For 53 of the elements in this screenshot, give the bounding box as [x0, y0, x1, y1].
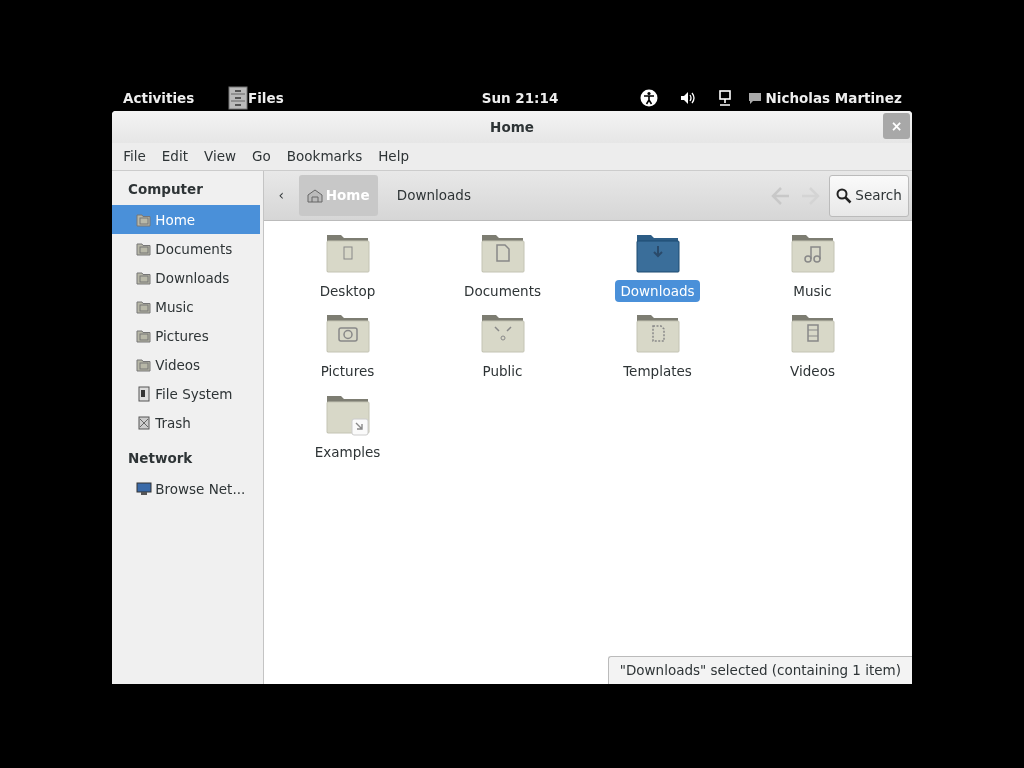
menu-item[interactable]: Help: [370, 146, 417, 167]
sidebar-item[interactable]: Downloads: [112, 263, 260, 293]
accessibility-icon[interactable]: [640, 89, 659, 107]
folder-icon: [136, 327, 152, 344]
drive-icon: [136, 385, 152, 402]
chat-icon[interactable]: [748, 92, 763, 104]
path-button[interactable]: Downloads: [388, 175, 479, 216]
network-wired-icon[interactable]: [718, 90, 733, 106]
file-cabinet-icon[interactable]: [228, 86, 248, 110]
home-icon: [306, 188, 323, 203]
path-back-button[interactable]: ‹: [267, 175, 296, 216]
clock[interactable]: Sun 21:14: [481, 87, 559, 109]
file-label[interactable]: Examples: [309, 440, 386, 463]
folder-icon: [136, 298, 152, 315]
sidebar-item[interactable]: Pictures: [112, 321, 260, 351]
documents-folder-icon[interactable]: [480, 232, 525, 276]
volume-icon[interactable]: [680, 91, 697, 105]
downloads-folder-icon[interactable]: [635, 232, 680, 276]
app-menu[interactable]: Files: [248, 87, 284, 109]
menu-item[interactable]: File: [115, 146, 154, 167]
folder-icon: [136, 269, 152, 286]
menu-item[interactable]: Go: [244, 146, 279, 167]
file-label[interactable]: Videos: [785, 360, 840, 383]
section-heading: Computer: [127, 180, 204, 199]
menu-item[interactable]: Bookmarks: [278, 146, 371, 167]
window-title: Home: [490, 117, 534, 137]
file-label[interactable]: Pictures: [315, 360, 380, 383]
sidebar-item[interactable]: Browse Net...: [112, 474, 260, 504]
menu-item[interactable]: Edit: [153, 146, 196, 167]
music-folder-icon[interactable]: [790, 232, 835, 276]
folder-icon: [136, 356, 152, 373]
file-label[interactable]: Desktop: [314, 280, 381, 303]
sidebar-item[interactable]: Videos: [112, 350, 260, 380]
status-text: "Downloads" selected (containing 1 item): [607, 655, 912, 684]
sidebar-item[interactable]: Trash: [112, 408, 260, 438]
user-menu[interactable]: Nicholas Martinez: [765, 87, 902, 109]
file-label[interactable]: Templates: [618, 360, 697, 383]
menu-item[interactable]: View: [196, 146, 245, 167]
sidebar-item[interactable]: Music: [112, 292, 260, 322]
activities-button[interactable]: Activities: [110, 87, 228, 109]
trash-icon: [136, 414, 152, 431]
home-folder-icon: [136, 211, 152, 228]
desktop-folder-icon[interactable]: [325, 232, 370, 276]
file-label[interactable]: Music: [788, 280, 837, 303]
file-label[interactable]: Public: [477, 360, 528, 383]
file-label[interactable]: Documents: [459, 280, 546, 303]
network-computer-icon: [136, 481, 152, 497]
search-button[interactable]: Search: [829, 174, 909, 217]
sidebar-item[interactable]: File System: [112, 379, 260, 409]
search-icon: [836, 187, 853, 204]
sidebar-item[interactable]: Documents: [112, 234, 260, 264]
section-heading: Network: [127, 449, 194, 469]
folder-icon: [136, 240, 152, 257]
